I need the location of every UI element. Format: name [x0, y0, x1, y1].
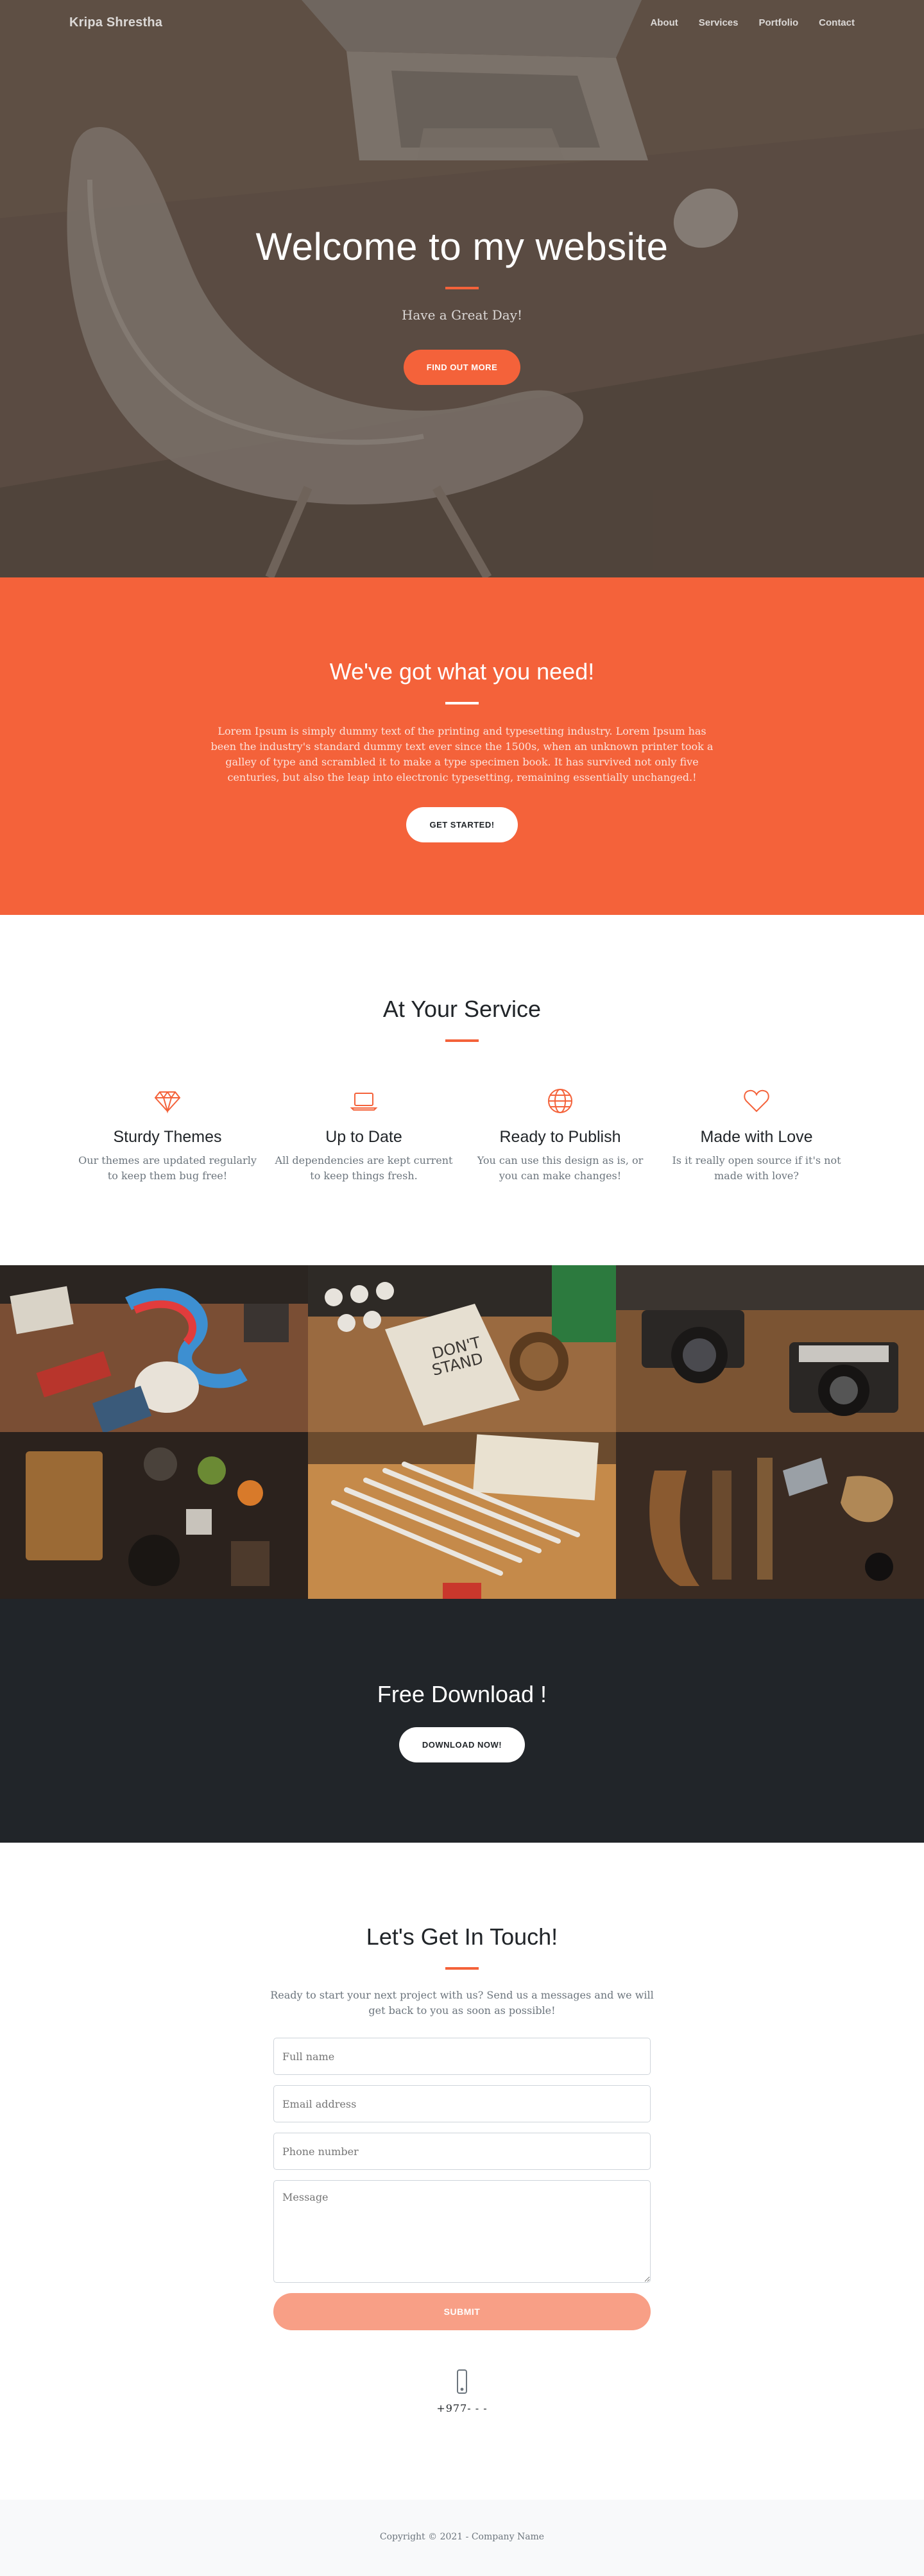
nav-link-services[interactable]: Services	[699, 17, 739, 28]
hero-divider	[445, 287, 479, 289]
phone-block: +977- - -	[0, 2369, 924, 2414]
services-section: At Your Service Sturdy Themes Our themes…	[0, 915, 924, 1265]
nav-link-portfolio[interactable]: Portfolio	[759, 17, 799, 28]
laptop-icon	[350, 1093, 378, 1118]
hero-content: Welcome to my website Have a Great Day! …	[0, 225, 924, 385]
about-divider	[445, 702, 479, 704]
service-card: Sturdy Themes Our themes are updated reg…	[69, 1087, 266, 1184]
email-input[interactable]	[273, 2085, 651, 2122]
message-textarea[interactable]	[273, 2180, 651, 2283]
services-divider	[445, 1039, 479, 1042]
service-card: Made with Love Is it really open source …	[658, 1087, 855, 1184]
about-title: We've got what you need!	[329, 658, 595, 685]
contact-lead: Ready to start your next project with us…	[270, 1989, 654, 2017]
hero-title: Welcome to my website	[255, 225, 669, 268]
heart-icon	[742, 1089, 771, 1118]
download-now-button[interactable]: DOWNLOAD NOW!	[398, 1727, 526, 1762]
contact-title: Let's Get In Touch!	[366, 1923, 558, 1950]
navbar: Kripa Shrestha About Services Portfolio …	[0, 0, 924, 45]
contact-form: SUBMIT	[273, 2038, 651, 2330]
contact-divider	[445, 1967, 479, 1970]
service-title: Sturdy Themes	[113, 1128, 222, 1146]
gem-icon	[153, 1091, 182, 1118]
nav-links: About Services Portfolio Contact	[650, 17, 855, 28]
hero-subtitle: Have a Great Day!	[401, 307, 523, 323]
service-text: Is it really open source if it's not mad…	[672, 1154, 841, 1182]
portfolio-item[interactable]	[616, 1432, 924, 1599]
portfolio-item[interactable]	[616, 1265, 924, 1432]
service-title: Up to Date	[325, 1128, 402, 1146]
portfolio-item[interactable]: DON'T STAND	[308, 1265, 616, 1432]
portfolio-item[interactable]	[308, 1432, 616, 1599]
portfolio-image: DON'T STAND	[308, 1265, 616, 1432]
service-card: Up to Date All dependencies are kept cur…	[266, 1087, 462, 1184]
phone-icon	[450, 2369, 474, 2397]
brand-logo[interactable]: Kripa Shrestha	[69, 15, 162, 30]
submit-button[interactable]: SUBMIT	[273, 2293, 651, 2330]
phone-input[interactable]	[273, 2133, 651, 2170]
portfolio-image	[308, 1432, 616, 1599]
service-card: Ready to Publish You can use this design…	[462, 1087, 658, 1184]
download-section: Free Download ! DOWNLOAD NOW!	[0, 1599, 924, 1843]
portfolio-item[interactable]	[0, 1432, 308, 1599]
download-title: Free Download !	[377, 1681, 547, 1707]
copyright-text: Copyright © 2021 - Company Name	[379, 2532, 545, 2542]
portfolio-grid: DON'T STAND	[0, 1265, 924, 1599]
nav-link-about[interactable]: About	[650, 17, 678, 28]
portfolio-image	[616, 1432, 924, 1599]
hero-section: Welcome to my website Have a Great Day! …	[0, 0, 924, 577]
full-name-input[interactable]	[273, 2038, 651, 2075]
services-title: At Your Service	[382, 996, 542, 1022]
service-text: Our themes are updated regularly to keep…	[78, 1154, 257, 1182]
services-grid: Sturdy Themes Our themes are updated reg…	[69, 1087, 855, 1184]
about-section: We've got what you need! Lorem Ipsum is …	[0, 577, 924, 915]
service-text: You can use this design as is, or you ca…	[477, 1154, 644, 1182]
portfolio-image	[0, 1432, 308, 1599]
get-started-button[interactable]: GET STARTED!	[406, 807, 518, 842]
nav-link-contact[interactable]: Contact	[819, 17, 855, 28]
portfolio-item[interactable]	[0, 1265, 308, 1432]
portfolio-image	[616, 1265, 924, 1432]
phone-number: +977- - -	[436, 2402, 488, 2414]
service-title: Ready to Publish	[499, 1128, 621, 1146]
globe-icon	[546, 1089, 574, 1118]
about-text: Lorem Ipsum is simply dummy text of the …	[210, 725, 714, 783]
service-text: All dependencies are kept current to kee…	[275, 1154, 453, 1182]
find-out-more-button[interactable]: FIND OUT MORE	[403, 350, 521, 385]
service-title: Made with Love	[700, 1128, 813, 1146]
footer: Copyright © 2021 - Company Name	[0, 2500, 924, 2576]
contact-section: Let's Get In Touch! Ready to start your …	[0, 1843, 924, 2500]
portfolio-image	[0, 1265, 308, 1432]
